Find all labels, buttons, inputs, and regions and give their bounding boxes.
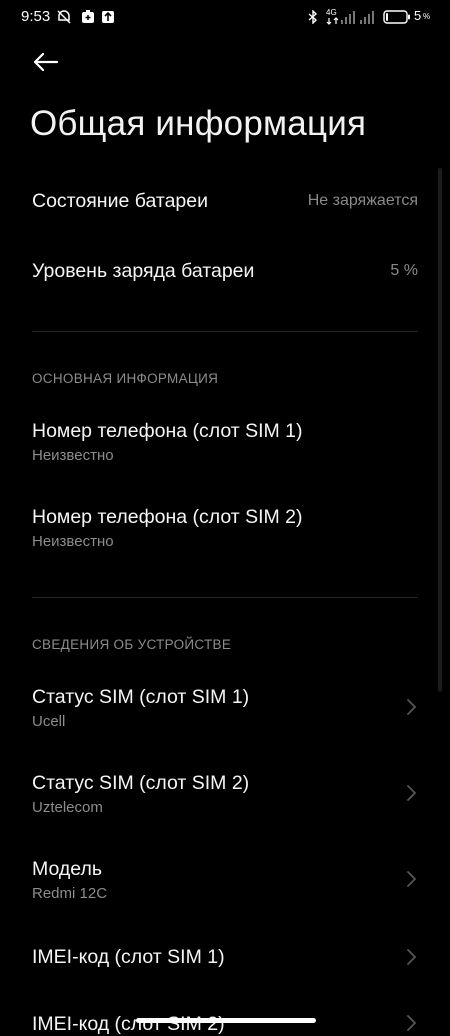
chevron-right-icon <box>407 871 417 887</box>
divider <box>32 331 418 332</box>
network-type: 4G <box>326 8 337 17</box>
home-gesture-bar[interactable] <box>136 1018 316 1023</box>
chevron-right-icon <box>407 785 417 801</box>
bluetooth-icon <box>308 10 318 24</box>
divider <box>32 597 418 598</box>
phone-number-sim1-value: Неизвестно <box>32 447 114 464</box>
model-title: Модель <box>32 858 102 880</box>
phone-number-sim1-title: Номер телефона (слот SIM 1) <box>32 420 303 442</box>
battery-percent-sign: % <box>423 12 431 21</box>
arrow-left-icon[interactable] <box>30 48 62 76</box>
phone-number-sim2-title: Номер телефона (слот SIM 2) <box>32 506 303 528</box>
status-time: 9:53 <box>21 8 51 25</box>
chevron-right-icon <box>407 699 417 715</box>
do-not-disturb-off-icon <box>57 10 71 24</box>
battery-level-value: 5 % <box>390 262 418 279</box>
phone-number-sim2-value: Неизвестно <box>32 533 114 550</box>
status-bar: 9:53 4G 5 % <box>0 0 450 34</box>
sim1-status-title: Статус SIM (слот SIM 1) <box>32 686 250 708</box>
battery-saver-icon <box>82 10 94 23</box>
section-header-basic-info: ОСНОВНАЯ ИНФОРМАЦИЯ <box>32 371 219 386</box>
signal-sim2-icon <box>360 11 374 24</box>
model-value: Redmi 12C <box>32 885 108 902</box>
chevron-right-icon <box>407 1015 417 1031</box>
battery-icon <box>383 10 410 24</box>
battery-state-label: Состояние батареи <box>32 190 208 212</box>
imei-sim2-title: IMEI-код (слот SIM 2) <box>32 1013 225 1035</box>
battery-percent: 5 <box>414 8 422 23</box>
page-title: Общая информация <box>30 104 367 143</box>
sim2-status-title: Статус SIM (слот SIM 2) <box>32 772 250 794</box>
sim1-status-value: Ucell <box>32 713 66 730</box>
data-activity-icon <box>326 17 339 25</box>
signal-sim1-icon <box>341 11 355 24</box>
battery-state-value: Не заряжается <box>307 192 418 209</box>
scrollbar[interactable] <box>438 168 442 692</box>
section-header-device-info: СВЕДЕНИЯ ОБ УСТРОЙСТВЕ <box>32 637 232 652</box>
sim2-status-value: Uztelecom <box>32 799 103 816</box>
upload-icon <box>102 11 114 23</box>
battery-level-label: Уровень заряда батареи <box>32 260 255 282</box>
chevron-right-icon <box>407 949 417 965</box>
imei-sim1-title: IMEI-код (слот SIM 1) <box>32 946 225 968</box>
